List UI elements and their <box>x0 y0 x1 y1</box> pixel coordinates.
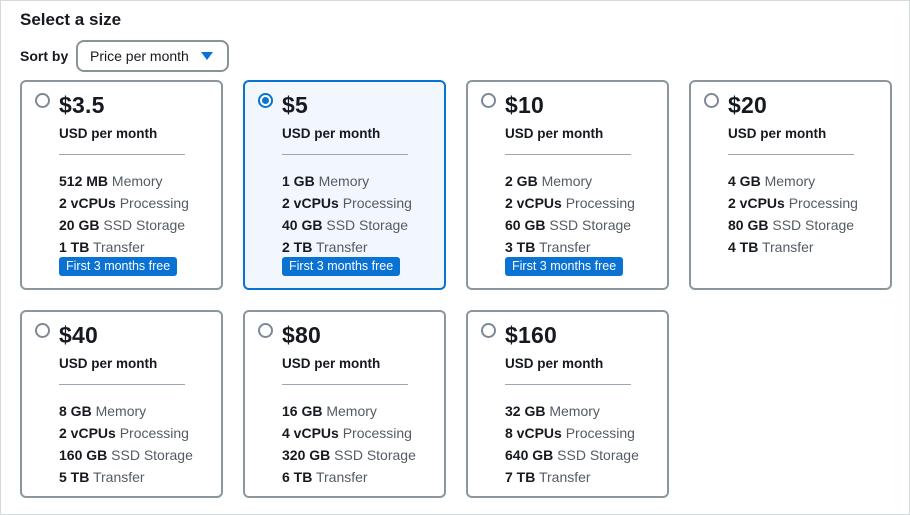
plan-card-40[interactable]: $40 USD per month 8 GB Memory 2 vCPUs Pr… <box>20 310 223 498</box>
spec-processing: 2 vCPUs Processing <box>59 195 189 211</box>
spec-memory: 2 GB Memory <box>505 173 593 189</box>
plan-price: $5 <box>282 92 308 118</box>
spec-processing: 2 vCPUs Processing <box>59 425 189 441</box>
plan-price: $10 <box>505 92 544 118</box>
spec-transfer: 7 TB Transfer <box>505 469 591 485</box>
spec-processing: 8 vCPUs Processing <box>505 425 635 441</box>
spec-processing: 2 vCPUs Processing <box>505 195 635 211</box>
plan-price-unit: USD per month <box>282 126 381 141</box>
spec-memory: 512 MB Memory <box>59 173 163 189</box>
sort-dropdown-value: Price per month <box>90 48 189 64</box>
plan-specs: 4 GB Memory 2 vCPUs Processing 80 GB SSD… <box>728 170 858 258</box>
plan-price: $80 <box>282 322 321 348</box>
sort-dropdown[interactable]: Price per month <box>76 40 229 72</box>
plan-price-unit: USD per month <box>59 356 158 371</box>
plan-specs: 2 GB Memory 2 vCPUs Processing 60 GB SSD… <box>505 170 635 258</box>
plan-price-unit: USD per month <box>59 126 158 141</box>
spec-processing: 2 vCPUs Processing <box>282 195 412 211</box>
free-trial-badge: First 3 months free <box>505 257 624 276</box>
spec-memory: 32 GB Memory <box>505 403 600 419</box>
plan-radio-button[interactable] <box>481 323 496 338</box>
plan-card-160[interactable]: $160 USD per month 32 GB Memory 8 vCPUs … <box>466 310 669 498</box>
plan-radio-button[interactable] <box>35 93 50 108</box>
plan-card-10[interactable]: $10 USD per month 2 GB Memory 2 vCPUs Pr… <box>466 80 669 290</box>
plan-card-3-5[interactable]: $3.5 USD per month 512 MB Memory 2 vCPUs… <box>20 80 223 290</box>
divider <box>282 154 408 155</box>
plan-price: $40 <box>59 322 98 348</box>
spec-memory: 1 GB Memory <box>282 173 370 189</box>
divider <box>282 384 408 385</box>
plan-price-unit: USD per month <box>728 126 827 141</box>
plan-radio-button[interactable] <box>35 323 50 338</box>
spec-memory: 8 GB Memory <box>59 403 147 419</box>
plan-specs: 32 GB Memory 8 vCPUs Processing 640 GB S… <box>505 400 639 488</box>
divider <box>59 154 185 155</box>
divider <box>728 154 854 155</box>
plan-specs: 8 GB Memory 2 vCPUs Processing 160 GB SS… <box>59 400 193 488</box>
spec-memory: 16 GB Memory <box>282 403 377 419</box>
plan-specs: 1 GB Memory 2 vCPUs Processing 40 GB SSD… <box>282 170 412 258</box>
divider <box>505 384 631 385</box>
plan-card-5[interactable]: $5 USD per month 1 GB Memory 2 vCPUs Pro… <box>243 80 446 290</box>
plan-radio-button[interactable] <box>258 323 273 338</box>
caret-down-icon <box>201 52 213 60</box>
plan-price: $160 <box>505 322 557 348</box>
plan-price-unit: USD per month <box>505 356 604 371</box>
size-selector-panel: Select a size Sort by Price per month $3… <box>0 0 910 515</box>
spec-storage: 160 GB SSD Storage <box>59 447 193 463</box>
spec-transfer: 1 TB Transfer <box>59 239 145 255</box>
spec-memory: 4 GB Memory <box>728 173 816 189</box>
plan-price: $3.5 <box>59 92 105 118</box>
spec-storage: 640 GB SSD Storage <box>505 447 639 463</box>
spec-transfer: 4 TB Transfer <box>728 239 814 255</box>
free-trial-badge: First 3 months free <box>282 257 401 276</box>
plan-radio-button[interactable] <box>481 93 496 108</box>
plan-price-unit: USD per month <box>505 126 604 141</box>
spec-processing: 4 vCPUs Processing <box>282 425 412 441</box>
spec-processing: 2 vCPUs Processing <box>728 195 858 211</box>
plan-radio-button[interactable] <box>258 93 273 108</box>
spec-transfer: 6 TB Transfer <box>282 469 368 485</box>
plan-card-80[interactable]: $80 USD per month 16 GB Memory 4 vCPUs P… <box>243 310 446 498</box>
plan-card-20[interactable]: $20 USD per month 4 GB Memory 2 vCPUs Pr… <box>689 80 892 290</box>
spec-transfer: 2 TB Transfer <box>282 239 368 255</box>
spec-storage: 80 GB SSD Storage <box>728 217 855 233</box>
plan-price: $20 <box>728 92 767 118</box>
spec-transfer: 3 TB Transfer <box>505 239 591 255</box>
spec-storage: 320 GB SSD Storage <box>282 447 416 463</box>
sort-by-label: Sort by <box>20 48 69 64</box>
plan-specs: 16 GB Memory 4 vCPUs Processing 320 GB S… <box>282 400 416 488</box>
section-title: Select a size <box>20 10 122 29</box>
divider <box>59 384 185 385</box>
plan-radio-button[interactable] <box>704 93 719 108</box>
plan-specs: 512 MB Memory 2 vCPUs Processing 20 GB S… <box>59 170 189 258</box>
spec-transfer: 5 TB Transfer <box>59 469 145 485</box>
plan-price-unit: USD per month <box>282 356 381 371</box>
free-trial-badge: First 3 months free <box>59 257 178 276</box>
divider <box>505 154 631 155</box>
spec-storage: 40 GB SSD Storage <box>282 217 409 233</box>
spec-storage: 60 GB SSD Storage <box>505 217 632 233</box>
spec-storage: 20 GB SSD Storage <box>59 217 186 233</box>
